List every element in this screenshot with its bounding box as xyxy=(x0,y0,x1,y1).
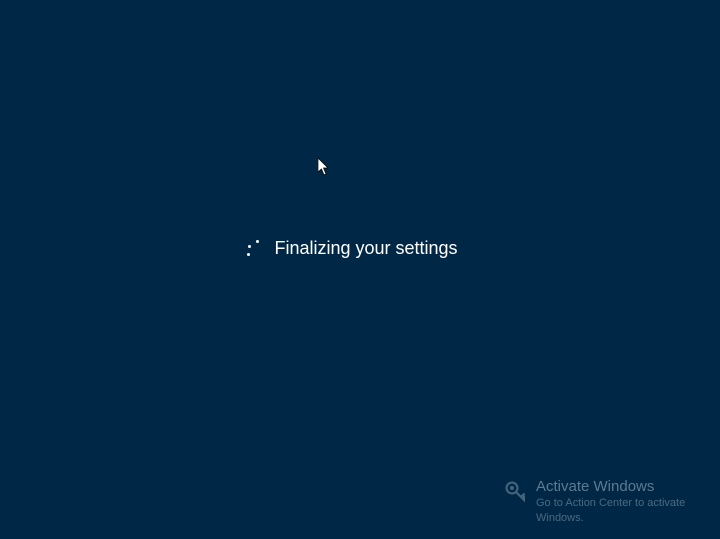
watermark-title: Activate Windows xyxy=(536,478,706,496)
watermark-subtitle: Go to Action Center to activate Windows. xyxy=(536,496,706,525)
activation-watermark: Activate Windows Go to Action Center to … xyxy=(504,478,706,525)
loading-spinner-icon xyxy=(244,239,264,259)
mouse-cursor-icon xyxy=(318,158,330,176)
key-icon xyxy=(504,480,528,504)
setup-status-area: Finalizing your settings xyxy=(0,238,720,259)
watermark-text: Activate Windows Go to Action Center to … xyxy=(536,478,706,525)
status-message: Finalizing your settings xyxy=(274,238,457,259)
